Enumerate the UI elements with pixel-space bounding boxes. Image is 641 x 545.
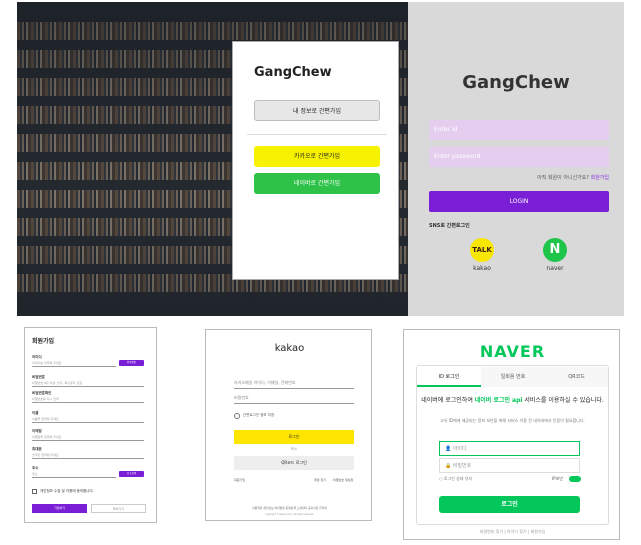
kakao-reset-password-link[interactable]: 비밀번호 재설정 [333, 478, 353, 482]
signup-form: 회원가입 아이디 아이디를 입력해 주세요 중복확인 비밀번호 비밀번호 8자 … [24, 327, 157, 523]
naver-login-button[interactable]: 로그인 [439, 496, 580, 513]
site-logo: GangChew [462, 72, 570, 93]
address-search-button[interactable]: 주소검색 [119, 471, 144, 477]
naver-icon[interactable]: N [543, 238, 567, 262]
id-input[interactable]: Enter id [429, 120, 609, 140]
login-button[interactable]: LOGIN [429, 191, 609, 212]
password-confirm-field[interactable]: 비밀번호를 다시 입력 [32, 397, 59, 401]
id-duplicate-check-button[interactable]: 중복확인 [119, 360, 144, 366]
kakao-or-divider: 또는 [290, 447, 298, 451]
kakao-qr-login-button[interactable]: QR코드 로그인 [234, 456, 354, 470]
kakao-talk-icon[interactable]: TALK [470, 238, 494, 262]
field-label-password-confirm: 비밀번호확인 [32, 391, 52, 395]
naver-keep-login[interactable]: ○ 로그인 상태 유지 [439, 476, 472, 482]
tab-qr-code[interactable]: QR코드 [545, 367, 608, 387]
signup-cancel-button[interactable]: 돌아가기 [91, 504, 146, 513]
naver-logo: NAVER [479, 342, 546, 361]
tab-one-time-number[interactable]: 일회용 번호 [481, 367, 545, 387]
field-label-address: 주소 [32, 466, 39, 470]
address-field[interactable]: 주소 [32, 472, 38, 476]
field-label-id: 아이디 [32, 355, 42, 359]
field-label-email: 이메일 [32, 429, 42, 433]
naver-id-input[interactable]: 👤 아이디 [439, 441, 580, 456]
check-circle-icon: ○ [439, 476, 443, 481]
tab-id-login[interactable]: ID 로그인 [417, 367, 481, 387]
naver-description-note: 고유 ID에게 제공되는 정보 보안을 위해 서비스 이용 전 네이버에서 인증… [440, 418, 585, 423]
naver-ip-security-toggle[interactable] [569, 476, 581, 482]
password-input[interactable]: Enter password [429, 147, 609, 167]
kakao-login-page: kakao 카카오메일 아이디, 이메일, 전화번호 비밀번호 간편로그인 정보… [205, 329, 372, 521]
name-field[interactable]: 이름을 입력해 주세요 [32, 417, 59, 421]
naver-description: 네이버에 로그인하여 네이버 로그인 api 서비스를 이용하실 수 있습니다. [421, 397, 604, 404]
field-label-password: 비밀번호 [32, 375, 45, 379]
signup-title: 회원가입 [32, 338, 55, 345]
kakao-find-account-link[interactable]: 계정 찾기 [314, 478, 326, 482]
kakao-signup-link[interactable]: 회원가입 [234, 478, 245, 482]
naver-ip-security-label: IP보안 [552, 476, 563, 481]
lock-icon: 🔒 [445, 463, 452, 469]
id-field[interactable]: 아이디를 입력해 주세요 [32, 361, 62, 365]
kakao-password-input[interactable]: 비밀번호 [234, 395, 249, 401]
naver-login-page: NAVER ID 로그인 일회용 번호 QR코드 네이버에 로그인하여 네이버 … [403, 329, 620, 540]
kakao-logo: kakao [274, 343, 305, 354]
modal-logo: GangChew [254, 65, 332, 80]
email-field[interactable]: 이메일을 입력해 주세요 [32, 435, 62, 439]
sns-login-heading: SNS로 간편로그인 [429, 223, 470, 229]
divider [247, 134, 387, 135]
password-field[interactable]: 비밀번호 8자 이상, 숫자, 특수문자 포함 [32, 381, 82, 385]
kakao-id-input[interactable]: 카카오메일 아이디, 이메일, 전화번호 [234, 380, 296, 386]
naver-label: naver [546, 265, 564, 272]
signup-link[interactable]: 회원가입 [591, 175, 609, 181]
naver-password-input[interactable]: 🔒 비밀번호 [439, 458, 580, 473]
signup-submit-button[interactable]: 가입하기 [32, 504, 87, 513]
signup-choice-modal: GangChew 내 정보로 간편가입 카카오로 간편가입 네이버로 간편가입 [232, 41, 399, 280]
kakao-copyright: Copyright © Kakao Corp. All rights reser… [265, 513, 314, 516]
kakao-footer-links[interactable]: 이용약관 개인정보 처리방침 운영정책 고객센터 공지사항 한국어 [206, 506, 373, 510]
kakao-keep-login-checkbox[interactable] [234, 413, 240, 419]
kakao-keep-login-label: 간편로그인 정보 저장 [243, 413, 275, 417]
user-icon: 👤 [445, 446, 452, 452]
field-label-phone: 휴대폰 [32, 447, 42, 451]
naver-signup-button[interactable]: 네이버로 간편가입 [254, 173, 380, 194]
field-label-name: 이름 [32, 411, 39, 415]
kakao-label: kakao [473, 265, 491, 272]
agree-checkbox[interactable] [32, 489, 37, 494]
phone-field[interactable]: 숫자만 입력해 주세요 [32, 453, 59, 457]
kakao-login-button[interactable]: 로그인 [234, 430, 354, 444]
login-panel: GangChew Enter id Enter password 아직 회원이 … [408, 2, 624, 316]
agree-label: 개인정보 수집 및 이용에 동의합니다. [40, 489, 94, 493]
self-signup-button[interactable]: 내 정보로 간편가입 [254, 100, 380, 121]
kakao-signup-button[interactable]: 카카오로 간편가입 [254, 146, 380, 167]
naver-bottom-links[interactable]: 비밀번호 찾기 | 아이디 찾기 | 회원가입 [404, 529, 621, 535]
signup-prompt: 아직 회원이 아니신가요? 회원가입 [537, 175, 609, 181]
